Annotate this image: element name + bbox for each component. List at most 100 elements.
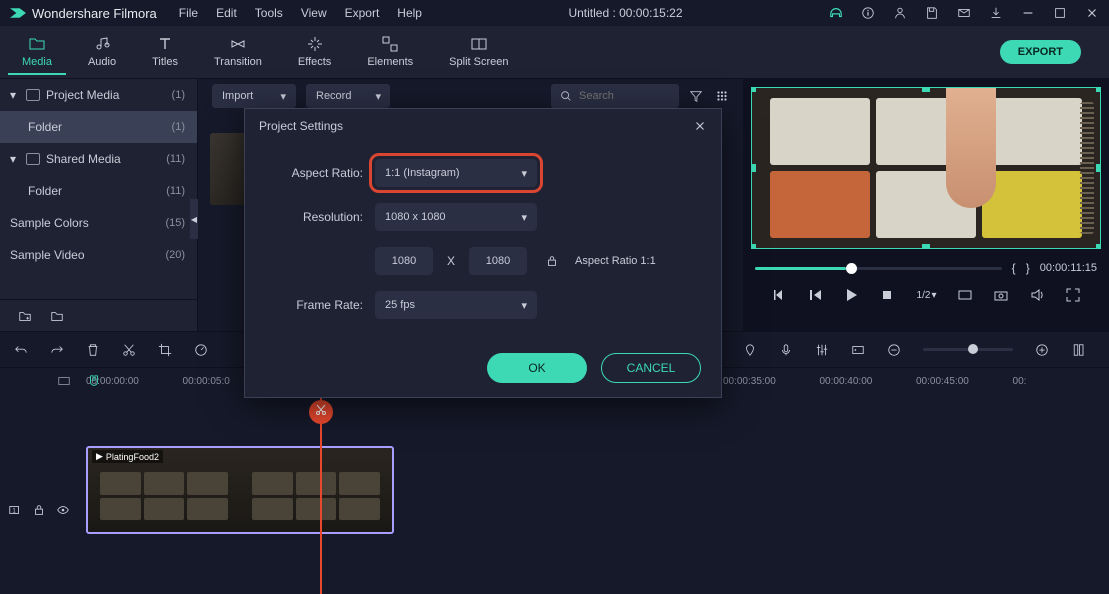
ok-button[interactable]: OK: [487, 353, 587, 383]
prev-frame-icon[interactable]: [771, 287, 787, 303]
zoom-ratio[interactable]: 1/2 ▾: [915, 287, 936, 303]
snapshot-icon[interactable]: [993, 287, 1009, 303]
handle-tl[interactable]: [751, 87, 756, 92]
handle-bl[interactable]: [751, 244, 756, 249]
folder-icon[interactable]: [50, 309, 64, 323]
sidebar-project-media[interactable]: ▾Project Media(1): [0, 79, 197, 111]
handle-b[interactable]: [922, 244, 930, 249]
menubar: File Edit Tools View Export Help: [179, 6, 422, 20]
lock-icon[interactable]: [545, 254, 559, 268]
search-input[interactable]: [579, 90, 659, 102]
mixer-icon[interactable]: [815, 343, 829, 357]
delete-icon[interactable]: [86, 343, 100, 357]
search-box[interactable]: [551, 84, 679, 108]
preview-viewport[interactable]: [751, 87, 1101, 249]
record-dropdown[interactable]: Record▾: [306, 84, 390, 108]
close-icon[interactable]: [1085, 6, 1099, 20]
app-name: Wondershare Filmora: [32, 6, 157, 21]
text-icon: [156, 35, 174, 53]
handle-l[interactable]: [751, 164, 756, 172]
tab-titles[interactable]: Titles: [138, 30, 192, 75]
menu-tools[interactable]: Tools: [255, 6, 283, 20]
filter-icon[interactable]: [689, 89, 703, 103]
scissors-icon: [315, 404, 327, 416]
tab-elements[interactable]: Elements: [353, 30, 427, 75]
maximize-icon[interactable]: [1053, 6, 1067, 20]
play-icon[interactable]: [843, 287, 859, 303]
grid-view-icon[interactable]: [715, 89, 729, 103]
speed-icon[interactable]: [194, 343, 208, 357]
chevron-down-icon: ▾: [521, 167, 527, 180]
aspect-ratio-select[interactable]: 1:1 (Instagram)▾: [375, 159, 537, 187]
eye-icon[interactable]: [56, 503, 70, 517]
framerate-label: Frame Rate:: [273, 298, 363, 312]
framerate-select[interactable]: 25 fps▾: [375, 291, 537, 319]
height-input[interactable]: [469, 247, 527, 275]
handle-r[interactable]: [1096, 164, 1101, 172]
tab-transition[interactable]: Transition: [200, 30, 276, 75]
lock-icon[interactable]: [32, 503, 46, 517]
render-icon[interactable]: [851, 343, 865, 357]
x-separator: X: [447, 254, 455, 268]
transition-icon: [229, 35, 247, 53]
sidebar-folder-1[interactable]: Folder(1): [0, 111, 197, 143]
menu-export[interactable]: Export: [345, 6, 380, 20]
project-settings-dialog: Project Settings Aspect Ratio: 1:1 (Inst…: [244, 108, 722, 398]
handle-br[interactable]: [1096, 244, 1101, 249]
collapse-sidebar-button[interactable]: ◀: [190, 199, 198, 239]
handle-tr[interactable]: [1096, 87, 1101, 92]
zoom-in-icon[interactable]: [1035, 343, 1049, 357]
handle-t[interactable]: [922, 87, 930, 92]
resolution-select[interactable]: 1080 x 1080▾: [375, 203, 537, 231]
voiceover-icon[interactable]: [779, 343, 793, 357]
quality-icon[interactable]: [957, 287, 973, 303]
sidebar-sample-colors[interactable]: Sample Colors(15): [0, 207, 197, 239]
marker-icon[interactable]: [743, 343, 757, 357]
download-icon[interactable]: [989, 6, 1003, 20]
cancel-button[interactable]: CANCEL: [601, 353, 701, 383]
undo-icon[interactable]: [14, 343, 28, 357]
close-icon[interactable]: [693, 119, 707, 133]
mail-icon[interactable]: [957, 6, 971, 20]
sidebar-sample-video[interactable]: Sample Video(20): [0, 239, 197, 271]
menu-help[interactable]: Help: [397, 6, 422, 20]
export-button[interactable]: EXPORT: [1000, 40, 1081, 64]
zoom-slider[interactable]: [923, 348, 1013, 351]
zoom-out-icon[interactable]: [887, 343, 901, 357]
play-icon: ▶: [96, 451, 103, 462]
redo-icon[interactable]: [50, 343, 64, 357]
width-input[interactable]: [375, 247, 433, 275]
timeline-clip[interactable]: ▶PlatingFood2: [86, 446, 394, 534]
audio-meter-icon[interactable]: [1071, 343, 1095, 357]
fullscreen-icon[interactable]: [1065, 287, 1081, 303]
tab-audio[interactable]: Audio: [74, 30, 130, 75]
account-icon[interactable]: [893, 6, 907, 20]
chevron-down-icon: ▾: [521, 299, 527, 312]
headset-icon[interactable]: [829, 6, 843, 20]
step-back-icon[interactable]: [807, 287, 823, 303]
menu-edit[interactable]: Edit: [216, 6, 237, 20]
magnet-icon[interactable]: [44, 374, 144, 388]
sparkle-icon: [306, 35, 324, 53]
stop-icon[interactable]: [879, 287, 895, 303]
brace-right[interactable]: }: [1026, 261, 1030, 275]
crop-icon[interactable]: [158, 343, 172, 357]
new-folder-icon[interactable]: [18, 309, 32, 323]
volume-icon[interactable]: [1029, 287, 1045, 303]
cut-icon[interactable]: [122, 343, 136, 357]
seek-slider[interactable]: [755, 267, 1002, 270]
menu-view[interactable]: View: [301, 6, 327, 20]
info-icon[interactable]: [861, 6, 875, 20]
sidebar-shared-media[interactable]: ▾Shared Media(11): [0, 143, 197, 175]
menu-file[interactable]: File: [179, 6, 198, 20]
sidebar-folder-2[interactable]: Folder(11): [0, 175, 197, 207]
import-dropdown[interactable]: Import▾: [212, 84, 296, 108]
brace-left[interactable]: {: [1012, 261, 1016, 275]
tab-effects[interactable]: Effects: [284, 30, 345, 75]
tab-media[interactable]: Media: [8, 30, 66, 75]
svg-text:1: 1: [12, 508, 16, 515]
minimize-icon[interactable]: [1021, 6, 1035, 20]
save-icon[interactable]: [925, 6, 939, 20]
tab-splitscreen[interactable]: Split Screen: [435, 30, 522, 75]
track-badge-icon[interactable]: 1: [8, 503, 22, 517]
